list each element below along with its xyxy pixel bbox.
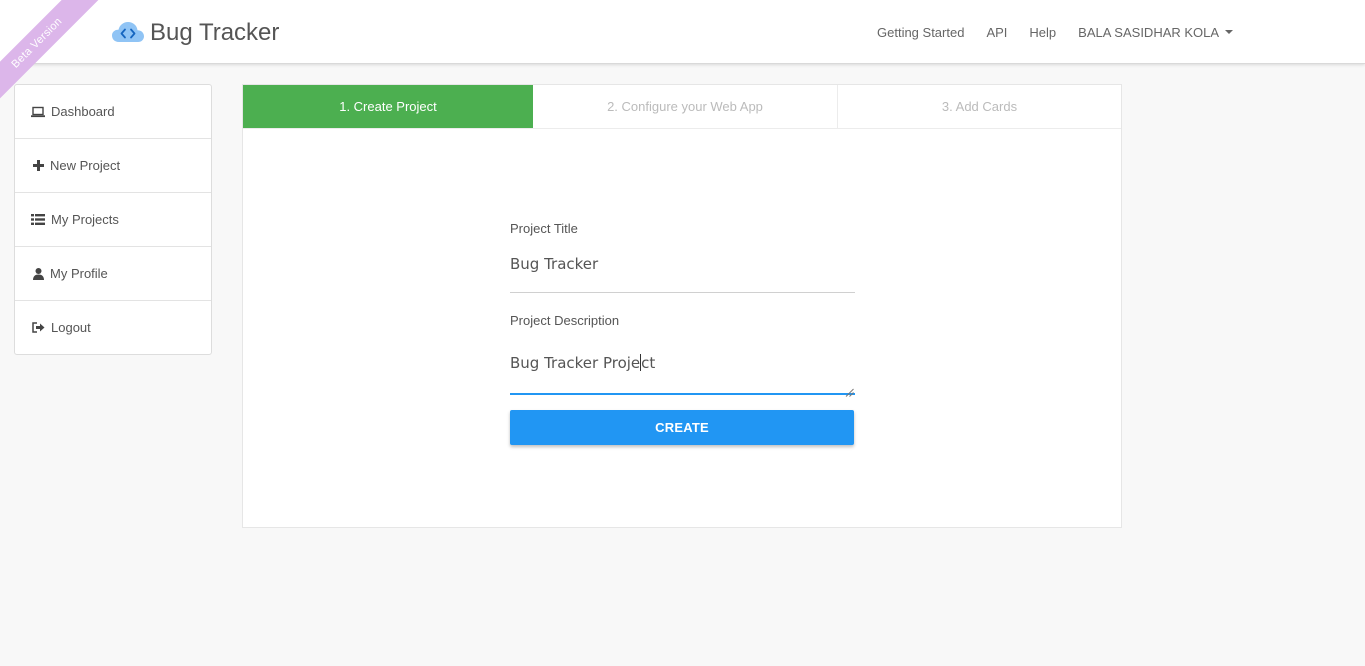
sidebar-item-my-profile[interactable]: My Profile [15, 247, 211, 301]
list-icon [31, 213, 45, 227]
nav-help-link[interactable]: Help [1018, 25, 1067, 40]
project-title-value: Bug Tracker [510, 255, 599, 273]
beta-ribbon: Beta Version [0, 0, 110, 110]
caret-down-icon [1225, 30, 1234, 34]
cloud-code-icon [111, 20, 145, 46]
resize-grip-icon[interactable] [845, 383, 854, 397]
step-configure-web-app[interactable]: 2. Configure your Web App [533, 85, 838, 128]
sidebar-item-my-projects[interactable]: My Projects [15, 193, 211, 247]
description-text-before-cursor: Bug Tracker Proje [510, 354, 641, 372]
user-menu-dropdown[interactable]: BALA SASIDHAR KOLA [1067, 25, 1244, 40]
brand-name: Bug Tracker [150, 19, 280, 46]
sidebar-item-label: Logout [51, 320, 91, 335]
step-create-project[interactable]: 1. Create Project [243, 85, 533, 128]
project-description-textarea[interactable]: Bug Tracker Project [510, 343, 855, 397]
create-project-form: Project Title Bug Tracker Project Descri… [510, 221, 855, 445]
brand-logo-link[interactable]: Bug Tracker [111, 17, 279, 49]
nav-getting-started-link[interactable]: Getting Started [866, 25, 975, 40]
project-description-label: Project Description [510, 313, 620, 328]
project-title-label: Project Title [510, 221, 578, 236]
sidebar-item-label: My Profile [50, 266, 108, 281]
create-project-panel: 1. Create Project 2. Configure your Web … [242, 84, 1122, 528]
step-add-cards[interactable]: 3. Add Cards [838, 85, 1121, 128]
wizard-steps: 1. Create Project 2. Configure your Web … [243, 85, 1121, 129]
user-icon [31, 267, 45, 281]
project-title-input[interactable]: Bug Tracker [510, 253, 855, 293]
sidebar-item-logout[interactable]: Logout [15, 301, 211, 354]
plus-icon [31, 159, 45, 173]
sidebar-item-label: New Project [50, 158, 121, 173]
nav-links: Getting Started API Help BALA SASIDHAR K… [866, 0, 1244, 64]
nav-api-link[interactable]: API [975, 25, 1018, 40]
sidebar-menu: Dashboard New Project My Projects My Pro… [14, 84, 212, 355]
sidebar-item-label: My Projects [51, 212, 119, 227]
sign-out-icon [31, 321, 45, 335]
create-button[interactable]: CREATE [510, 410, 854, 445]
beta-ribbon-label: Beta Version [0, 0, 107, 110]
sidebar-item-new-project[interactable]: New Project [15, 139, 211, 193]
top-navbar: Beta Version Bug Tracker Getting Started… [0, 0, 1365, 110]
user-name: BALA SASIDHAR KOLA [1078, 24, 1220, 40]
description-text-after-cursor: ct [641, 354, 656, 372]
